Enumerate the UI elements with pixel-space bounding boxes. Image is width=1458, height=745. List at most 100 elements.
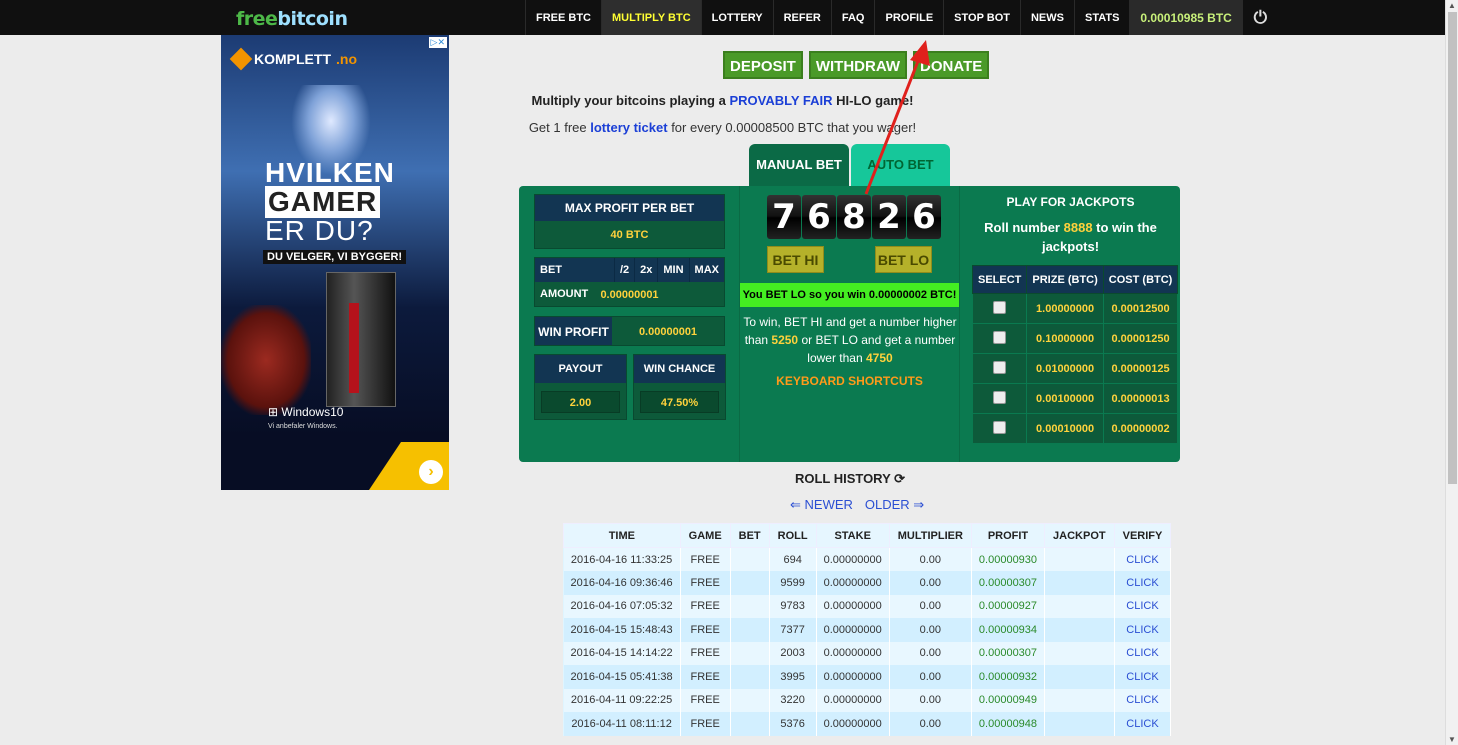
history-jackpot — [1044, 641, 1115, 665]
history-verify[interactable]: CLICK — [1114, 618, 1172, 642]
history-verify[interactable]: CLICK — [1114, 547, 1172, 571]
jackpot-cost: 0.00000002 — [1102, 413, 1179, 444]
jackpot-checkbox[interactable] — [993, 390, 1007, 404]
history-verify[interactable]: CLICK — [1114, 641, 1172, 665]
site-logo[interactable]: freebitcoin — [236, 8, 348, 30]
nav-profile[interactable]: PROFILE — [874, 0, 943, 35]
win-chance-box: WIN CHANCE 47.50% — [633, 354, 726, 420]
scroll-up-icon[interactable]: ▲ — [1448, 1, 1456, 10]
win-profit-box: WIN PROFIT 0.00000001 — [534, 316, 725, 346]
history-header-jackpot: JACKPOT — [1044, 523, 1115, 548]
roll-digit: 7 — [767, 195, 801, 239]
history-time: 2016-04-16 09:36:46 — [563, 571, 681, 595]
power-logout-icon[interactable]: ⏻ — [1241, 0, 1278, 35]
refresh-icon[interactable]: ⟳ — [894, 471, 905, 486]
lottery-ticket-link[interactable]: lottery ticket — [590, 120, 667, 135]
jackpot-prize: 0.00100000 — [1026, 383, 1104, 414]
history-verify[interactable]: CLICK — [1114, 688, 1172, 712]
keyboard-shortcuts-link[interactable]: KEYBOARD SHORTCUTS — [740, 374, 959, 388]
jackpot-subtitle: Roll number 8888 to win the jackpots! — [961, 218, 1180, 256]
jackpot-row: 0.00010000 0.00000002 — [971, 413, 1179, 444]
provably-fair-link[interactable]: PROVABLY FAIR — [729, 93, 832, 108]
history-header-bet: BET — [729, 523, 770, 548]
account-actions: DEPOSIT WITHDRAW DONATE — [723, 51, 990, 79]
roll-digit: 6 — [802, 195, 836, 239]
history-profit: 0.00000948 — [971, 712, 1046, 736]
history-multiplier: 0.00 — [889, 712, 972, 736]
history-multiplier: 0.00 — [889, 665, 972, 689]
bet-double-button[interactable]: 2x — [635, 258, 659, 282]
nav-news[interactable]: NEWS — [1019, 0, 1074, 35]
older-link[interactable]: OLDER ⇒ — [865, 497, 924, 512]
history-stake: 0.00000000 — [816, 641, 890, 665]
bet-min-button[interactable]: MIN — [658, 258, 690, 282]
ad-os: Windows10 — [281, 405, 344, 419]
history-profit: 0.00000927 — [971, 594, 1046, 618]
history-verify[interactable]: CLICK — [1114, 594, 1172, 618]
bet-lo-button[interactable]: BET LO — [875, 246, 932, 273]
win-profit-value: 0.00000001 — [638, 326, 698, 338]
deposit-button[interactable]: DEPOSIT — [723, 51, 803, 79]
win-chance-label: WIN CHANCE — [634, 355, 725, 383]
donate-button[interactable]: DONATE — [913, 51, 990, 79]
jackpot-header-prize: PRIZE (BTC) — [1026, 265, 1104, 294]
history-profit: 0.00000934 — [971, 618, 1046, 642]
tab-manual-bet[interactable]: MANUAL BET — [749, 144, 849, 187]
nav-free-btc[interactable]: FREE BTC — [525, 0, 601, 35]
table-row: 2016-04-16 11:33:25 FREE 694 0.00000000 0.00… — [563, 547, 1172, 571]
history-game: FREE — [680, 712, 731, 736]
history-bet — [730, 618, 770, 642]
scroll-down-icon[interactable]: ▼ — [1448, 735, 1456, 744]
history-roll: 3220 — [769, 688, 817, 712]
history-multiplier: 0.00 — [889, 547, 972, 571]
history-jackpot — [1044, 618, 1115, 642]
win-rules-text: To win, BET HI and get a number higher t… — [742, 313, 958, 367]
history-stake: 0.00000000 — [816, 594, 890, 618]
nav-refer[interactable]: REFER — [772, 0, 831, 35]
tab-auto-bet[interactable]: AUTO BET — [851, 144, 950, 187]
history-jackpot — [1044, 594, 1115, 618]
payout-input[interactable]: 2.00 — [541, 391, 620, 413]
bet-hi-button[interactable]: BET HI — [767, 246, 824, 273]
withdraw-button[interactable]: WITHDRAW — [808, 51, 908, 79]
logo-part2: bitcoin — [277, 8, 348, 30]
lottery-note-post: for every 0.00008500 BTC that you wager! — [671, 120, 917, 135]
bet-half-button[interactable]: /2 — [615, 258, 636, 282]
nav-stats[interactable]: STATS — [1073, 0, 1129, 35]
page-scrollbar[interactable]: ▲ ▼ — [1445, 0, 1458, 745]
history-jackpot — [1044, 688, 1115, 712]
jackpot-checkbox[interactable] — [993, 360, 1007, 374]
history-verify[interactable]: CLICK — [1114, 571, 1172, 595]
bet-max-button[interactable]: MAX — [690, 258, 724, 282]
adchoices-icon[interactable]: ▷✕ — [428, 37, 447, 48]
max-profit-box: MAX PROFIT PER BET 40 BTC — [534, 194, 725, 249]
nav-stop-bot[interactable]: STOP BOT — [943, 0, 1020, 35]
history-header-stake: STAKE — [815, 523, 890, 548]
jackpot-checkbox[interactable] — [993, 300, 1007, 314]
nav-multiply-btc[interactable]: MULTIPLY BTC — [601, 0, 701, 35]
max-profit-value: 40 BTC — [610, 229, 649, 241]
history-verify[interactable]: CLICK — [1114, 712, 1172, 736]
history-game: FREE — [680, 665, 731, 689]
history-time: 2016-04-15 05:41:38 — [563, 665, 681, 689]
history-stake: 0.00000000 — [816, 618, 890, 642]
history-multiplier: 0.00 — [889, 594, 972, 618]
history-multiplier: 0.00 — [889, 618, 972, 642]
history-jackpot — [1044, 712, 1115, 736]
history-jackpot — [1044, 571, 1115, 595]
history-game: FREE — [680, 571, 731, 595]
newer-link[interactable]: ⇐ NEWER — [790, 497, 853, 512]
jackpot-checkbox[interactable] — [993, 420, 1007, 434]
table-row: 2016-04-16 07:05:32 FREE 9783 0.00000000 0.0… — [563, 594, 1172, 618]
nav-lottery[interactable]: LOTTERY — [700, 0, 773, 35]
top-navbar: freebitcoin FREE BTC MULTIPLY BTC LOTTER… — [0, 0, 1445, 35]
history-verify[interactable]: CLICK — [1114, 665, 1172, 689]
jackpot-checkbox[interactable] — [993, 330, 1007, 344]
history-stake: 0.00000000 — [816, 712, 890, 736]
nav-faq[interactable]: FAQ — [830, 0, 875, 35]
history-game: FREE — [680, 641, 731, 665]
history-bet — [730, 665, 770, 689]
scrollbar-thumb[interactable] — [1448, 12, 1457, 484]
history-header-verify: VERIFY — [1113, 523, 1172, 548]
win-chance-input[interactable]: 47.50% — [640, 391, 719, 413]
